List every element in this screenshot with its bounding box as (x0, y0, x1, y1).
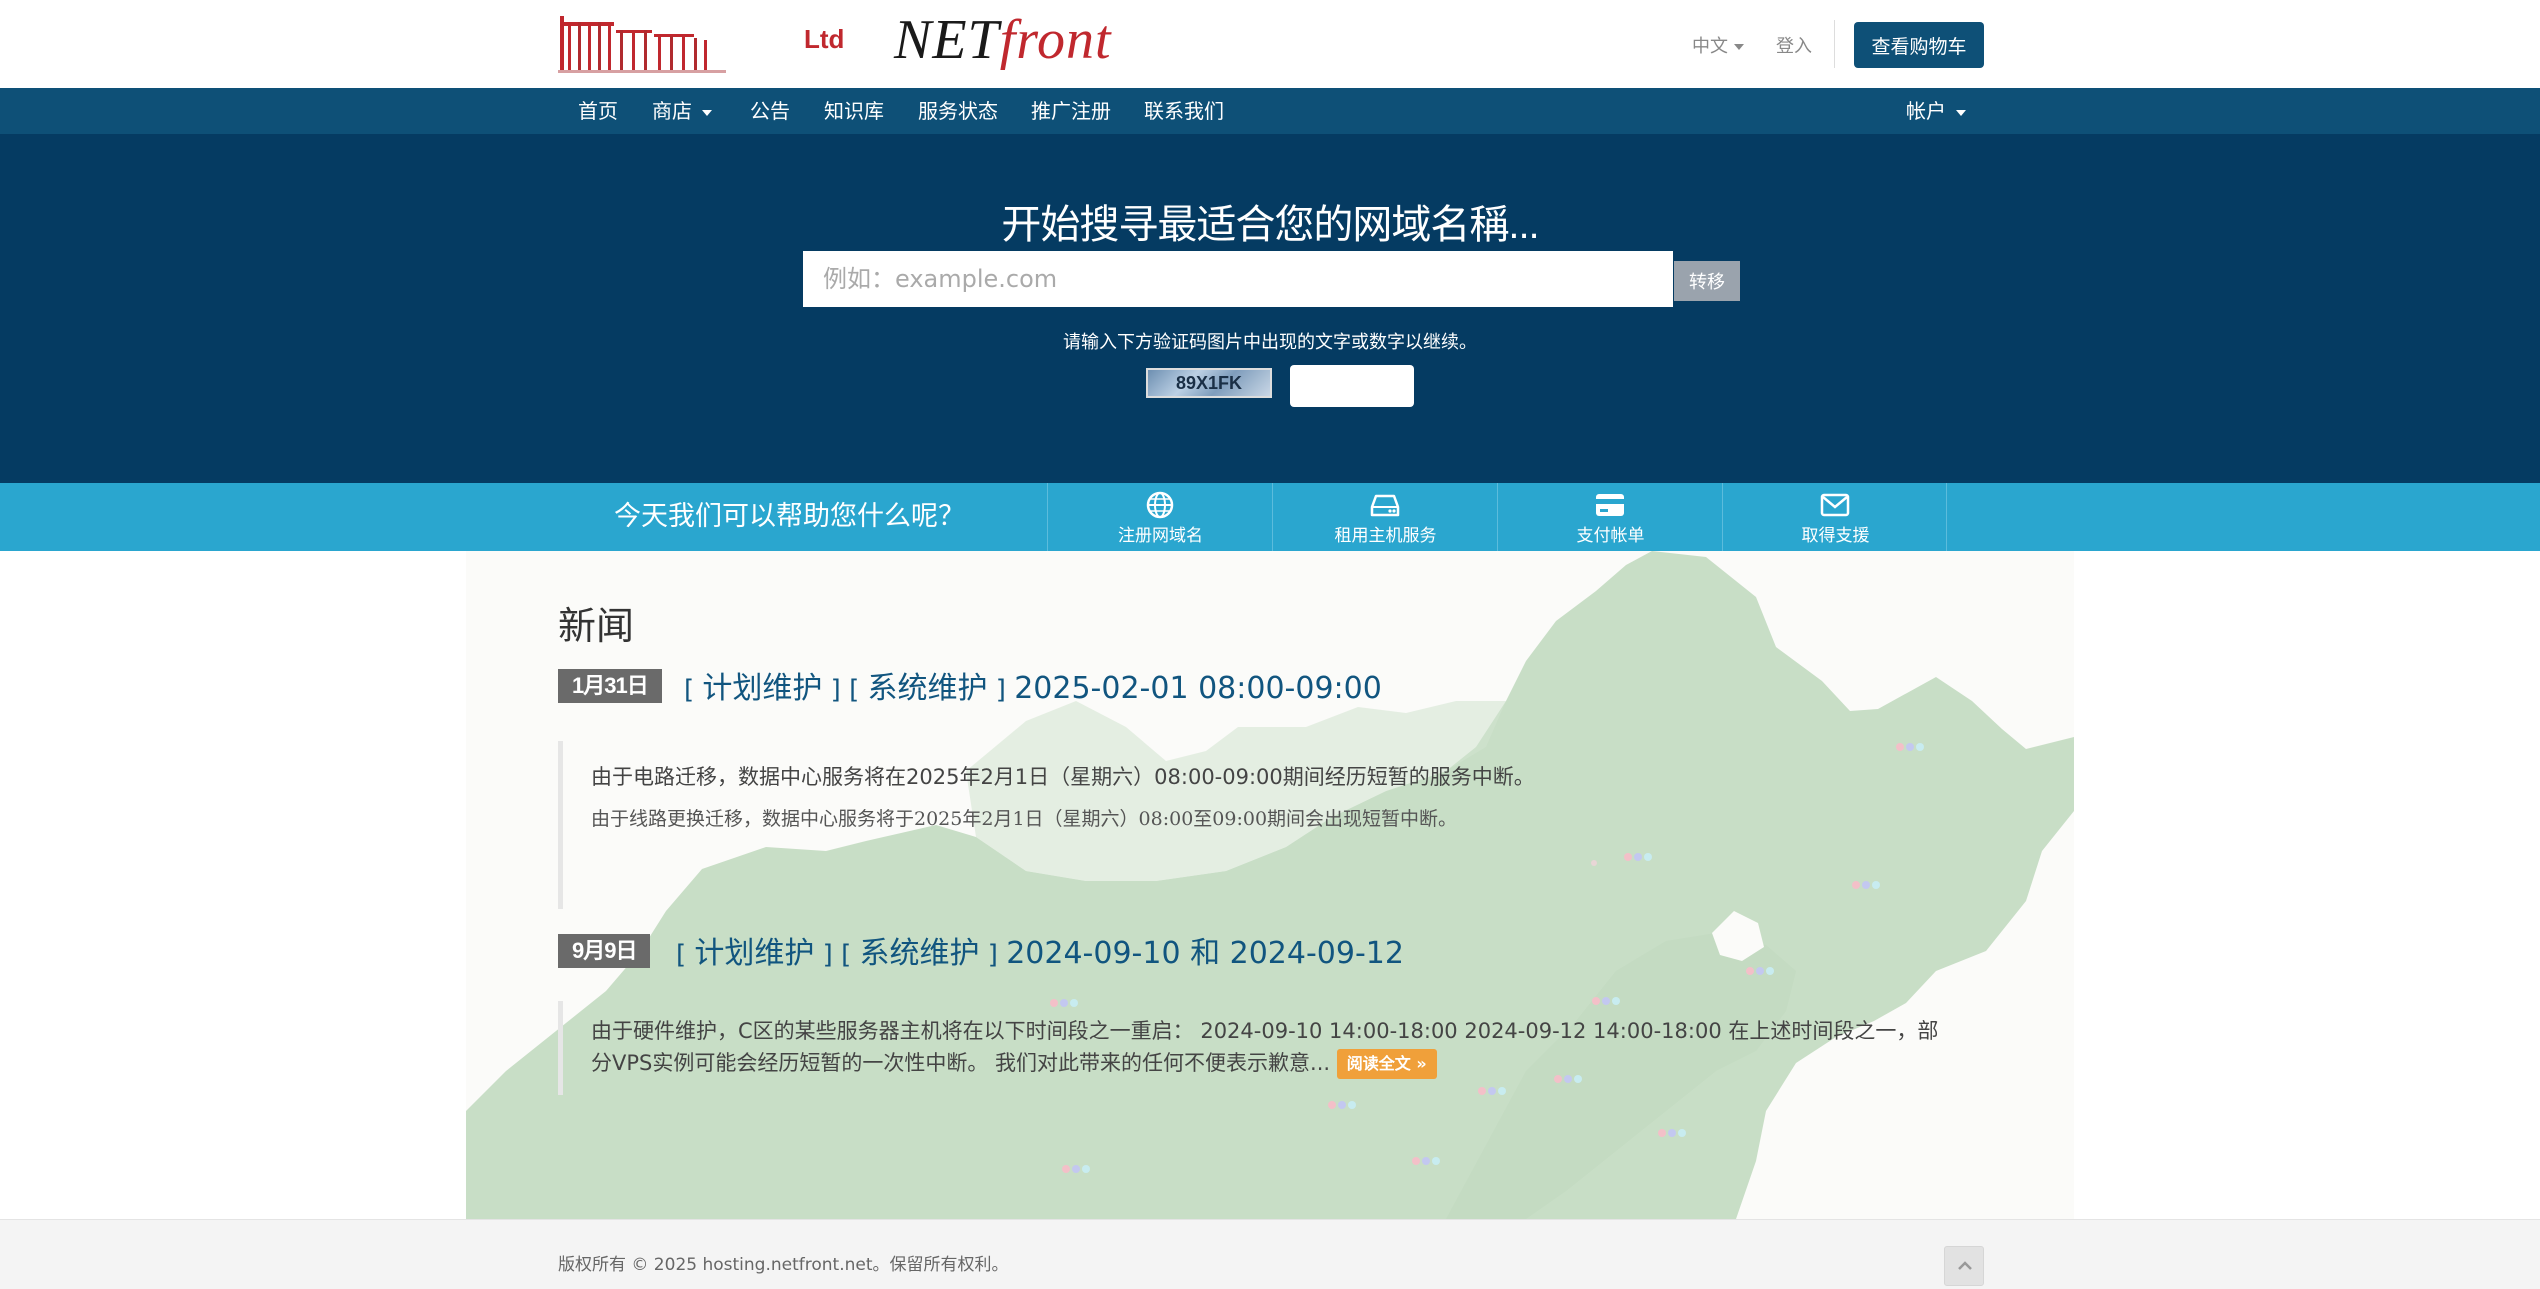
globe-icon (1146, 491, 1174, 519)
nav-item-account-label: 帐户 (1906, 99, 1946, 123)
news-time: 2024-09-10 和 2024-09-12 (1006, 936, 1404, 971)
news-tag: 系统维护 (859, 936, 980, 971)
header-divider (1834, 20, 1835, 68)
transfer-button[interactable]: 转移 (1674, 261, 1740, 301)
news-tag: 计划维护 (702, 671, 823, 706)
chevron-down-icon (702, 109, 712, 116)
news-section: 新闻 1月31日 [ 计划维护 ] [ 系统维护 ] 2025-02-01 08… (0, 551, 2540, 1219)
nav-item-store-label: 商店 (652, 99, 692, 123)
logo-wordmark[interactable]: NETfront (894, 8, 1112, 72)
captcha-hint: 请输入下方验证码图片中出现的文字或数字以继续。 (1063, 332, 1477, 353)
help-pay-invoice-label: 支付帐单 (1576, 526, 1645, 546)
copyright-text: 版权所有 © 2025 hosting.netfront.net。保留所有权利。 (558, 1255, 1009, 1275)
nav-item-service-status[interactable]: 服务状态 (918, 88, 998, 134)
logo-ltd-text: Ltd (804, 24, 845, 54)
help-register-domain[interactable]: 注册网域名 (1047, 483, 1272, 551)
main-navbar: 首页 商店 公告 知识库 服务状态 推广注册 联系我们 帐户 (0, 88, 2540, 134)
language-selector[interactable]: 中文 (1692, 32, 1744, 58)
nav-item-account[interactable]: 帐户 (1906, 88, 1966, 134)
chevron-up-icon (1958, 1261, 1972, 1270)
captcha-input[interactable] (1290, 365, 1414, 407)
chevron-down-icon (1734, 44, 1744, 50)
domain-search-hero: 开始搜寻最适合您的网域名稱... 转移 请输入下方验证码图片中出现的文字或数字以… (0, 134, 2540, 483)
domain-search-title: 开始搜寻最适合您的网域名稱... (1001, 203, 1539, 247)
envelope-icon (1820, 493, 1850, 517)
news-date-badge: 9月9日 (558, 934, 651, 968)
news-heading: 新闻 (558, 606, 635, 648)
nav-item-contact[interactable]: 联系我们 (1144, 88, 1224, 134)
help-prompt: 今天我们可以帮助您什么呢？ (614, 501, 965, 532)
chevron-down-icon (1956, 109, 1966, 116)
language-label: 中文 (1692, 36, 1728, 57)
logo-front-text: front (999, 9, 1112, 71)
news-body-excerpt: 由于硬件维护，C区的某些服务器主机将在以下时间段之一重启： 2024-09-10… (591, 1019, 1939, 1075)
help-hosting-label: 租用主机服务 (1334, 526, 1437, 546)
nav-item-knowledgebase[interactable]: 知识库 (824, 88, 884, 134)
captcha-image: 89X1FK (1146, 368, 1272, 398)
help-pay-invoice[interactable]: 支付帐单 (1497, 483, 1722, 551)
nav-item-affiliates[interactable]: 推广注册 (1031, 88, 1111, 134)
news-date-badge: 1月31日 (558, 669, 662, 703)
news-title-link[interactable]: [ 计划维护 ] [ 系统维护 ] 2024-09-10 和 2024-09-1… (676, 928, 1404, 972)
help-register-domain-label: 注册网域名 (1118, 526, 1203, 546)
server-icon (1370, 494, 1400, 517)
nav-item-announcements[interactable]: 公告 (750, 88, 790, 134)
news-tag: 计划维护 (694, 936, 815, 971)
news-body-text: 由于线路更换迁移，数据中心服务将于2025年2月1日（星期六）08:00至09:… (591, 808, 1458, 830)
nav-item-home[interactable]: 首页 (578, 88, 618, 134)
news-body-text: 由于硬件维护，C区的某些服务器主机将在以下时间段之一重启： 2024-09-10… (591, 1015, 1958, 1079)
news-title-link[interactable]: [ 计划维护 ] [ 系统维护 ] 2025-02-01 08:00-09:00 (684, 663, 1382, 707)
help-strip: 今天我们可以帮助您什么呢？ 注册网域名 租用主机服务 支付帐单 取得支援 (0, 483, 2540, 551)
read-more-button[interactable]: 阅读全文 » (1336, 1049, 1437, 1079)
back-to-top-button[interactable] (1944, 1246, 1984, 1286)
domain-search-input[interactable] (803, 251, 1673, 307)
news-tag: 系统维护 (867, 671, 988, 706)
news-item-body: 由于硬件维护，C区的某些服务器主机将在以下时间段之一重启： 2024-09-10… (558, 1001, 1958, 1095)
top-header: Ltd NETfront 中文 登入 查看购物车 (0, 0, 2540, 88)
news-item-body: 由于电路迁移，数据中心服务将在2025年2月1日（星期六）08:00-09:00… (558, 741, 1535, 909)
help-get-support[interactable]: 取得支援 (1722, 483, 1947, 551)
credit-card-icon (1596, 494, 1624, 516)
logo-icon[interactable] (558, 12, 726, 76)
news-body-text: 由于电路迁移，数据中心服务将在2025年2月1日（星期六）08:00-09:00… (591, 765, 1535, 789)
view-cart-button[interactable]: 查看购物车 (1854, 22, 1984, 68)
help-hosting[interactable]: 租用主机服务 (1272, 483, 1497, 551)
footer: 版权所有 © 2025 hosting.netfront.net。保留所有权利。 (0, 1219, 2540, 1289)
nav-item-store[interactable]: 商店 (652, 88, 712, 134)
logo-net-text: NET (894, 9, 1000, 71)
help-get-support-label: 取得支援 (1801, 526, 1870, 546)
news-time: 2025-02-01 08:00-09:00 (1014, 671, 1382, 706)
login-link[interactable]: 登入 (1776, 32, 1812, 58)
